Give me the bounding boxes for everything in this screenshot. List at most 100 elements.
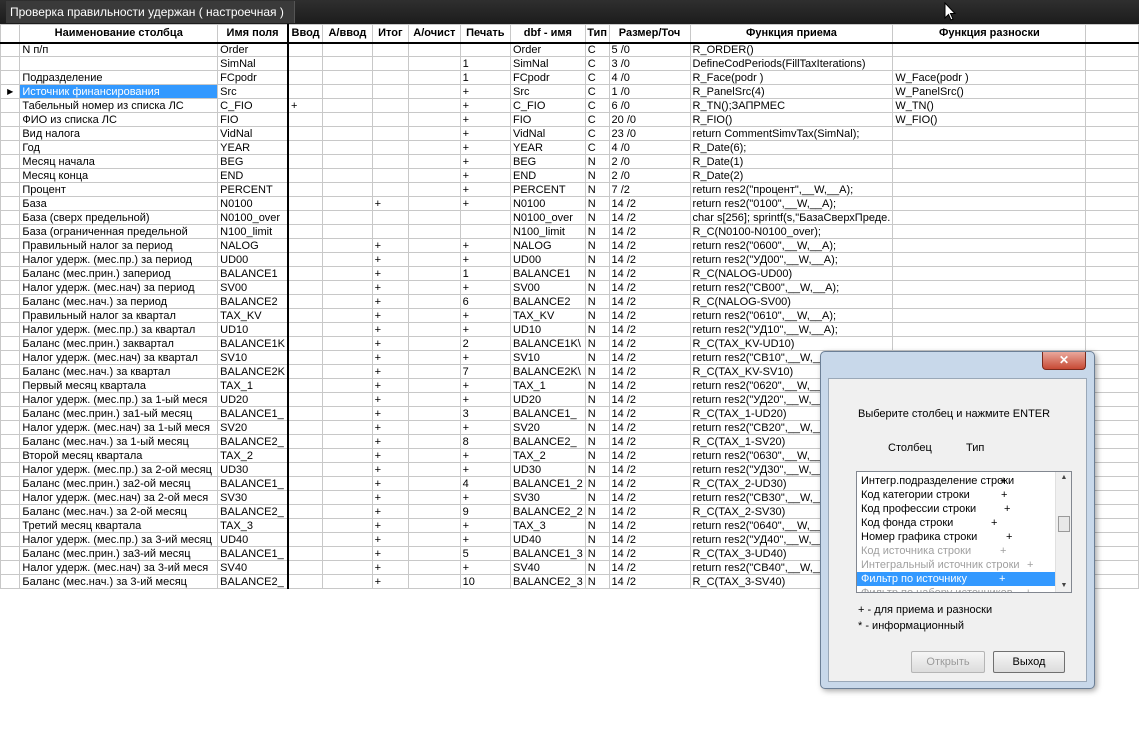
cell-dbf-name[interactable]: SimNal bbox=[509, 56, 586, 71]
cell-dbf-name[interactable]: BALANCE2_ bbox=[509, 434, 586, 449]
cell-field-name[interactable]: END bbox=[217, 168, 289, 183]
cell-field-name[interactable]: BALANCE1_ bbox=[217, 546, 289, 561]
row-indicator[interactable] bbox=[0, 518, 21, 533]
cell-auto-clear[interactable] bbox=[408, 462, 461, 477]
cell-input[interactable] bbox=[287, 182, 324, 197]
cell-col-name[interactable]: Процент bbox=[19, 182, 219, 197]
cell-input[interactable] bbox=[287, 112, 324, 127]
cell-auto-input[interactable] bbox=[322, 350, 373, 365]
cell-auto-input[interactable] bbox=[322, 462, 373, 477]
row-indicator[interactable] bbox=[0, 378, 21, 393]
cell-type[interactable]: N bbox=[584, 350, 610, 365]
cell-total[interactable]: + bbox=[371, 392, 410, 407]
cell-col-name[interactable]: Первый месяц квартала bbox=[19, 378, 219, 393]
cell-dbf-name[interactable]: UD00 bbox=[509, 252, 586, 267]
cell-col-name[interactable]: Правильный налог за квартал bbox=[19, 308, 219, 323]
cell-receive-func[interactable]: R_TN();ЗАПРМЕС bbox=[689, 98, 894, 113]
cell-total[interactable]: + bbox=[371, 420, 410, 435]
cell-auto-input[interactable] bbox=[322, 322, 373, 337]
table-row[interactable]: База (ограниченная предельной N100_limit N… bbox=[0, 224, 1139, 239]
cell-dbf-name[interactable]: BALANCE2_3 bbox=[509, 574, 586, 589]
cell-auto-clear[interactable] bbox=[408, 294, 461, 309]
scroll-up-icon[interactable]: ▲ bbox=[1056, 474, 1071, 481]
cell-print[interactable] bbox=[459, 210, 511, 225]
row-indicator[interactable] bbox=[0, 252, 21, 267]
cell-field-name[interactable]: SV40 bbox=[217, 560, 289, 575]
cell-auto-input[interactable] bbox=[322, 154, 373, 169]
cell-size[interactable]: 14 /2 bbox=[608, 336, 691, 351]
cell-size[interactable]: 14 /2 bbox=[608, 308, 691, 323]
cell-field-name[interactable]: N0100_over bbox=[217, 210, 289, 225]
cell-size[interactable]: 14 /2 bbox=[608, 420, 691, 435]
cell-input[interactable] bbox=[287, 56, 324, 71]
cell-input[interactable] bbox=[287, 140, 324, 155]
cell-col-name[interactable]: Третий месяц квартала bbox=[19, 518, 219, 533]
cell-type[interactable]: C bbox=[584, 98, 610, 113]
cell-field-name[interactable]: VidNal bbox=[217, 126, 289, 141]
cell-auto-clear[interactable] bbox=[408, 84, 461, 99]
cell-receive-func[interactable]: R_Face(podr ) bbox=[689, 70, 894, 85]
cell-type[interactable]: N bbox=[584, 266, 610, 281]
cell-field-name[interactable]: TAX_1 bbox=[217, 378, 289, 393]
cell-dbf-name[interactable]: N0100_over bbox=[509, 210, 586, 225]
cell-input[interactable] bbox=[287, 434, 324, 449]
cell-field-name[interactable]: UD40 bbox=[217, 532, 289, 547]
header-dbf-name[interactable]: dbf - имя bbox=[509, 24, 586, 44]
cell-print[interactable]: + bbox=[459, 378, 511, 393]
cell-input[interactable] bbox=[287, 364, 324, 379]
row-indicator[interactable] bbox=[0, 308, 21, 323]
cell-auto-clear[interactable] bbox=[408, 350, 461, 365]
cell-col-name[interactable]: Год bbox=[19, 140, 219, 155]
cell-col-name[interactable]: Табельный номер из списка ЛС bbox=[19, 98, 219, 113]
cell-input[interactable] bbox=[287, 546, 324, 561]
cell-auto-clear[interactable] bbox=[408, 70, 461, 85]
cell-dbf-name[interactable]: BALANCE1 bbox=[509, 266, 586, 281]
cell-auto-clear[interactable] bbox=[408, 322, 461, 337]
column-listbox[interactable]: Интегр.подразделение строки + Код категори… bbox=[856, 471, 1072, 593]
cell-auto-input[interactable] bbox=[322, 280, 373, 295]
scroll-thumb[interactable] bbox=[1058, 516, 1070, 532]
row-indicator[interactable] bbox=[0, 196, 21, 211]
current-row-marker-icon[interactable]: ▶ bbox=[0, 84, 21, 99]
cell-post-func[interactable] bbox=[892, 266, 1087, 281]
cell-print[interactable]: 5 bbox=[459, 546, 511, 561]
cell-col-name[interactable]: База (ограниченная предельной bbox=[19, 224, 219, 239]
cell-input[interactable] bbox=[287, 378, 324, 393]
cell-size[interactable]: 14 /2 bbox=[608, 406, 691, 421]
cell-dbf-name[interactable]: BALANCE2 bbox=[509, 294, 586, 309]
row-indicator[interactable] bbox=[0, 560, 21, 575]
cell-input[interactable] bbox=[287, 168, 324, 183]
cell-size[interactable]: 14 /2 bbox=[608, 322, 691, 337]
cell-total[interactable]: + bbox=[371, 294, 410, 309]
cell-col-name[interactable]: Месяц начала bbox=[19, 154, 219, 169]
cell-auto-input[interactable] bbox=[322, 182, 373, 197]
cell-print[interactable]: + bbox=[459, 168, 511, 183]
cell-type[interactable]: N bbox=[584, 532, 610, 547]
cell-input[interactable] bbox=[287, 560, 324, 575]
row-indicator[interactable] bbox=[0, 112, 21, 127]
list-item[interactable]: Интегр.подразделение строки + bbox=[857, 474, 1056, 488]
cell-print[interactable]: + bbox=[459, 448, 511, 463]
cell-dbf-name[interactable]: SV10 bbox=[509, 350, 586, 365]
cell-col-name[interactable]: Баланс (мес.прин.) запериод bbox=[19, 266, 219, 281]
header-print[interactable]: Печать bbox=[459, 24, 511, 44]
cell-auto-input[interactable] bbox=[322, 308, 373, 323]
cell-auto-clear[interactable] bbox=[408, 168, 461, 183]
cell-auto-clear[interactable] bbox=[408, 266, 461, 281]
cell-size[interactable]: 14 /2 bbox=[608, 490, 691, 505]
cell-auto-input[interactable] bbox=[322, 336, 373, 351]
cell-field-name[interactable]: Src bbox=[217, 84, 289, 99]
cell-receive-func[interactable]: return res2("0610",__W,__A); bbox=[689, 308, 894, 323]
cell-receive-func[interactable]: R_C(NALOG-UD00) bbox=[689, 266, 894, 281]
cell-col-name[interactable]: Баланс (мес.прин.) за2-ой месяц bbox=[19, 476, 219, 491]
cell-receive-func[interactable]: char s[256]; sprintf(s,"БазаСверхПреде. bbox=[689, 210, 894, 225]
cell-size[interactable]: 4 /0 bbox=[608, 140, 691, 155]
row-indicator[interactable] bbox=[0, 462, 21, 477]
cell-size[interactable]: 14 /2 bbox=[608, 504, 691, 519]
cell-type[interactable]: C bbox=[584, 42, 610, 57]
cell-auto-clear[interactable] bbox=[408, 56, 461, 71]
cell-col-name[interactable]: Баланс (мес.прин.) за1-ый месяц bbox=[19, 406, 219, 421]
header-auto-clear[interactable]: А/очист bbox=[408, 24, 461, 44]
table-row[interactable]: Табельный номер из списка ЛС C_FIO + + C_FIO… bbox=[0, 98, 1139, 113]
cell-col-name[interactable]: Налог удерж. (мес.пр.) за квартал bbox=[19, 322, 219, 337]
